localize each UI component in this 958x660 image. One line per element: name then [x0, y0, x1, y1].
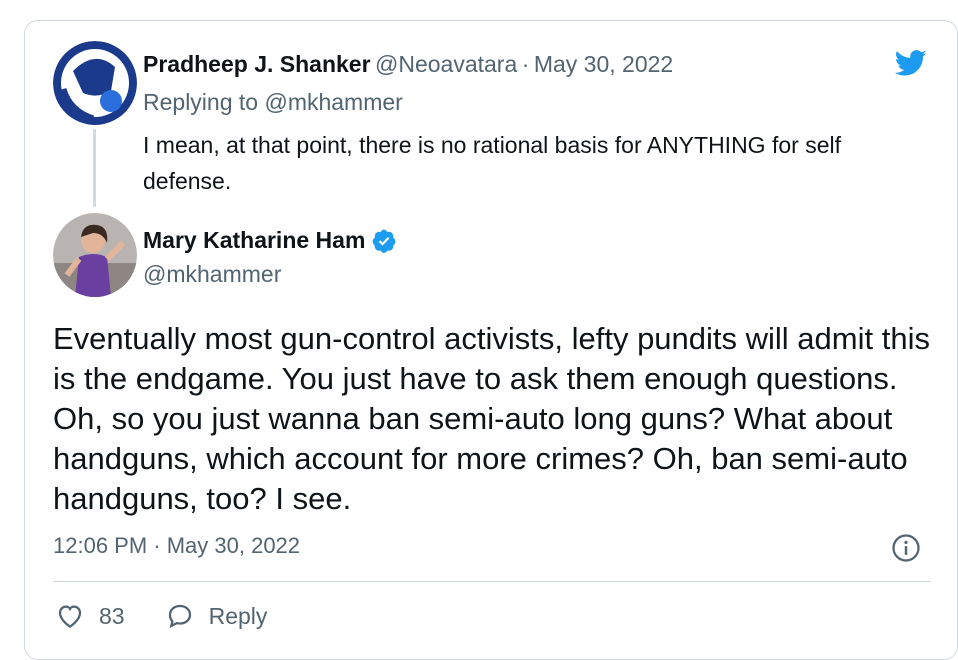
thread-connector-line — [93, 129, 96, 207]
replying-to-label: Replying to — [143, 89, 259, 115]
parent-tweet-text: I mean, at that point, there is no ratio… — [143, 132, 841, 194]
info-icon[interactable] — [891, 533, 921, 563]
like-button[interactable]: 83 — [55, 601, 125, 631]
avatar-mary[interactable] — [53, 213, 137, 297]
reply-bubble-icon — [168, 604, 191, 629]
replying-to-line: Replying to @mkhammer — [143, 89, 403, 116]
heart-icon — [58, 605, 82, 628]
parent-author-handle[interactable]: @Neoavatara — [375, 51, 517, 77]
twitter-bird-icon[interactable] — [891, 47, 931, 79]
reply-button[interactable]: Reply — [165, 601, 268, 631]
separator-dot: · — [521, 51, 530, 77]
tweet-actions-bar: 83 Reply — [55, 601, 307, 631]
main-author-row: Mary Katharine Ham — [143, 227, 397, 254]
parent-tweet-header: Pradheep J. Shanker @Neoavatara · May 30… — [143, 51, 673, 78]
actions-divider — [53, 581, 931, 582]
main-author-handle[interactable]: @mkhammer — [143, 261, 281, 288]
like-count: 83 — [99, 602, 125, 629]
avatar-mary-image — [53, 213, 137, 297]
avatar-pradheep[interactable] — [53, 41, 137, 125]
verified-badge-icon — [373, 229, 396, 253]
embedded-tweet-card: Pradheep J. Shanker @Neoavatara · May 30… — [24, 20, 958, 660]
parent-tweet-date[interactable]: May 30, 2022 — [534, 51, 673, 77]
replying-to-handle[interactable]: @mkhammer — [264, 89, 402, 115]
avatar-pradheep-image — [53, 41, 137, 125]
reply-label: Reply — [208, 602, 268, 629]
main-tweet-text: Eventually most gun-control activists, l… — [53, 321, 930, 516]
tweet-timestamp[interactable]: 12:06 PM · May 30, 2022 — [53, 533, 300, 559]
main-author-name[interactable]: Mary Katharine Ham — [143, 227, 365, 254]
parent-author-name[interactable]: Pradheep J. Shanker — [143, 51, 371, 77]
